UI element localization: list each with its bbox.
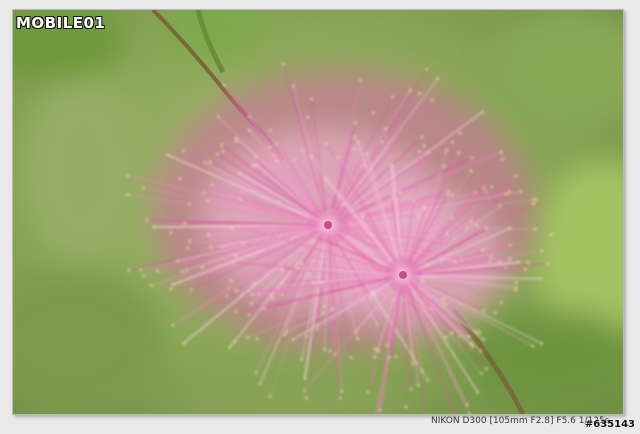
- mobile01-watermark: MOBILE01: [16, 12, 105, 34]
- photo-frame: MOBILE01: [12, 9, 624, 415]
- watermark-text: MOBILE01: [16, 14, 106, 32]
- photo-id-label: #635143: [584, 419, 635, 430]
- flower-photo: [13, 10, 623, 414]
- exif-caption: NIKON D300 [105mm F2.8] F5.6 1/125s: [431, 416, 610, 426]
